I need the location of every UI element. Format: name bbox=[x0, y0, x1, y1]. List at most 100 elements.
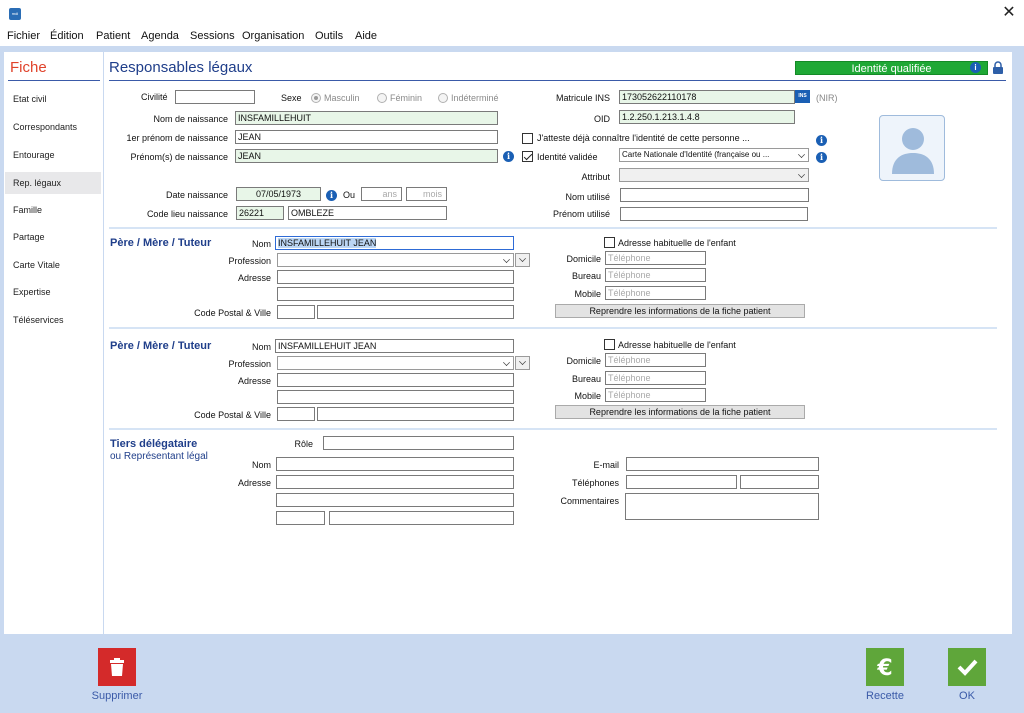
nav-famille[interactable]: Famille bbox=[5, 199, 101, 221]
nom-naissance-label: Nom de naissance bbox=[153, 114, 228, 124]
delete-button[interactable] bbox=[98, 648, 136, 686]
tuteur2-title: Père / Mère / Tuteur bbox=[110, 340, 212, 352]
nav-etat-civil[interactable]: Etat civil bbox=[5, 88, 101, 110]
tuteur1-reprendre-button[interactable]: Reprendre les informations de la fiche p… bbox=[555, 304, 805, 318]
matricule-field[interactable]: 173052622110178 bbox=[619, 90, 795, 104]
code-lieu-field[interactable]: 26221 bbox=[236, 206, 284, 220]
tuteur2-reprendre-button[interactable]: Reprendre les informations de la fiche p… bbox=[555, 405, 805, 419]
radio-indetermine[interactable] bbox=[438, 93, 448, 103]
tiers-nom-label: Nom bbox=[251, 460, 271, 470]
tuteur2-adresse-line1[interactable] bbox=[277, 373, 514, 387]
menu-fichier[interactable]: Fichier bbox=[7, 30, 40, 42]
prenom1-label: 1er prénom de naissance bbox=[126, 133, 228, 143]
prenom-utilise-label: Prénom utilisé bbox=[552, 209, 610, 219]
radio-indetermine-label: Indéterminé bbox=[451, 93, 499, 103]
lieu-field[interactable]: OMBLEZE bbox=[288, 206, 447, 220]
tuteur2-profession-select[interactable] bbox=[277, 356, 514, 370]
nav-carte-vitale[interactable]: Carte Vitale bbox=[5, 254, 101, 276]
tuteur2-profession-dropdown-button[interactable] bbox=[515, 356, 530, 370]
tiers-ville-field[interactable] bbox=[329, 511, 514, 525]
tiers-adresse-line1[interactable] bbox=[276, 475, 514, 489]
nav-rep-legaux[interactable]: Rep. légaux bbox=[5, 172, 101, 194]
prenom-utilise-field[interactable] bbox=[620, 207, 808, 221]
tiers-telephone1-field[interactable] bbox=[626, 475, 737, 489]
nav-partage[interactable]: Partage bbox=[5, 226, 101, 248]
radio-feminin[interactable] bbox=[377, 93, 387, 103]
tuteur2-mobile-label: Mobile bbox=[574, 391, 601, 401]
prenoms-field[interactable]: JEAN bbox=[235, 149, 498, 163]
section-separator bbox=[109, 327, 997, 329]
atteste-checkbox[interactable] bbox=[522, 133, 533, 144]
prenoms-info-icon[interactable]: i bbox=[503, 151, 514, 162]
civilite-field[interactable] bbox=[175, 90, 255, 104]
tuteur1-profession-dropdown-button[interactable] bbox=[515, 253, 530, 267]
nav-correspondants[interactable]: Correspondants bbox=[5, 116, 101, 138]
person-icon bbox=[892, 128, 934, 174]
tiers-cp-field[interactable] bbox=[276, 511, 325, 525]
tuteur1-adresse-line1[interactable] bbox=[277, 270, 514, 284]
ok-button[interactable] bbox=[948, 648, 986, 686]
tuteur1-domicile-field[interactable]: Téléphone bbox=[605, 251, 706, 265]
tuteur2-adresse-habituelle-label: Adresse habituelle de l'enfant bbox=[618, 340, 736, 350]
atteste-label: J'atteste déjà connaître l'identité de c… bbox=[537, 133, 750, 143]
qualified-info-icon[interactable]: i bbox=[970, 62, 981, 73]
menu-organisation[interactable]: Organisation bbox=[242, 30, 304, 42]
tuteur2-domicile-label: Domicile bbox=[566, 356, 601, 366]
menu-aide[interactable]: Aide bbox=[355, 30, 377, 42]
tuteur2-adresse-line2[interactable] bbox=[277, 390, 514, 404]
nav-teleservices[interactable]: Téléservices bbox=[5, 309, 101, 331]
tuteur2-nom-field[interactable]: INSFAMILLEHUIT JEAN bbox=[275, 339, 514, 353]
tuteur1-mobile-field[interactable]: Téléphone bbox=[605, 286, 706, 300]
tuteur2-bureau-field[interactable]: Téléphone bbox=[605, 371, 706, 385]
menu-outils[interactable]: Outils bbox=[315, 30, 343, 42]
tiers-email-field[interactable] bbox=[626, 457, 819, 471]
tuteur1-cp-field[interactable] bbox=[277, 305, 315, 319]
tuteur2-domicile-field[interactable]: Téléphone bbox=[605, 353, 706, 367]
menu-sessions[interactable]: Sessions bbox=[190, 30, 235, 42]
identite-validee-checkbox[interactable] bbox=[522, 151, 533, 162]
tuteur1-adresse-habituelle-checkbox[interactable] bbox=[604, 237, 615, 248]
menu-patient[interactable]: Patient bbox=[96, 30, 130, 42]
date-info-icon[interactable]: i bbox=[326, 190, 337, 201]
tiers-commentaires-field[interactable] bbox=[625, 493, 819, 520]
menu-agenda[interactable]: Agenda bbox=[141, 30, 179, 42]
tuteur2-mobile-field[interactable]: Téléphone bbox=[605, 388, 706, 402]
tiers-adresse-line2[interactable] bbox=[276, 493, 514, 507]
ans-field[interactable]: ans bbox=[361, 187, 402, 201]
menu-edition[interactable]: Édition bbox=[50, 30, 84, 42]
page-title: Responsables légaux bbox=[109, 59, 253, 76]
attribut-select[interactable] bbox=[619, 168, 809, 182]
svg-text:€: € bbox=[876, 656, 892, 681]
prenom1-field[interactable]: JEAN bbox=[235, 130, 498, 144]
piece-identite-select[interactable]: Carte Nationale d'Identité (française ou… bbox=[619, 148, 809, 162]
nom-utilise-field[interactable] bbox=[620, 188, 809, 202]
nav-expertise[interactable]: Expertise bbox=[5, 281, 101, 303]
oid-field[interactable]: 1.2.250.1.213.1.4.8 bbox=[619, 110, 795, 124]
close-window-button[interactable]: ✕ bbox=[1002, 5, 1016, 21]
nom-naissance-field[interactable]: INSFAMILLEHUIT bbox=[235, 111, 498, 125]
tiers-nom-field[interactable] bbox=[276, 457, 514, 471]
tuteur1-adresse-line2[interactable] bbox=[277, 287, 514, 301]
tuteur1-profession-select[interactable] bbox=[277, 253, 514, 267]
avatar[interactable] bbox=[879, 115, 945, 181]
tuteur2-ville-field[interactable] bbox=[317, 407, 514, 421]
tuteur2-adresse-habituelle-checkbox[interactable] bbox=[604, 339, 615, 350]
section-separator bbox=[109, 227, 997, 229]
section-separator bbox=[109, 428, 997, 430]
tiers-adresse-label: Adresse bbox=[237, 478, 271, 488]
atteste-info-icon[interactable]: i bbox=[816, 135, 827, 146]
tiers-role-field[interactable] bbox=[323, 436, 514, 450]
piece-info-icon[interactable]: i bbox=[816, 152, 827, 163]
tuteur2-cp-field[interactable] bbox=[277, 407, 315, 421]
date-naissance-field[interactable]: 07/05/1973 bbox=[236, 187, 321, 201]
recette-button[interactable]: € bbox=[866, 648, 904, 686]
chevron-down-icon bbox=[798, 151, 805, 158]
mois-field[interactable]: mois bbox=[406, 187, 447, 201]
tuteur1-nom-field[interactable]: INSFAMILLEHUIT JEAN bbox=[275, 236, 514, 250]
tuteur1-ville-field[interactable] bbox=[317, 305, 514, 319]
tuteur1-title: Père / Mère / Tuteur bbox=[110, 237, 212, 249]
nav-entourage[interactable]: Entourage bbox=[5, 144, 101, 166]
radio-masculin[interactable] bbox=[311, 93, 321, 103]
tiers-telephone2-field[interactable] bbox=[740, 475, 819, 489]
tuteur1-bureau-field[interactable]: Téléphone bbox=[605, 268, 706, 282]
